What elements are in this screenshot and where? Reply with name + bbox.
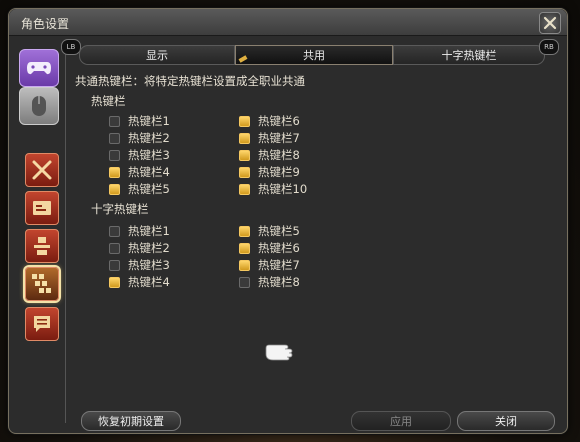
window-title: 角色设置 [21, 17, 70, 31]
checkbox-label: 热键栏5 [258, 224, 300, 238]
checkbox-label: 热键栏8 [258, 148, 300, 162]
category-hotbar[interactable] [25, 267, 59, 301]
device-tab-gamepad[interactable] [19, 49, 59, 87]
checkbox[interactable] [109, 166, 120, 178]
hotbar-section-title: 热键栏 [91, 94, 126, 108]
checkbox[interactable] [109, 149, 120, 161]
checkbox[interactable] [239, 242, 250, 254]
checkbox[interactable] [239, 225, 250, 237]
checkbox-label: 热键栏2 [128, 131, 170, 145]
checkbox-label: 热键栏8 [258, 275, 300, 289]
cross-hotbar-section-title: 十字热键栏 [91, 202, 149, 216]
category-profile[interactable] [25, 191, 59, 225]
checkbox-label: 热键栏4 [128, 275, 170, 289]
checkbox-label: 热键栏3 [128, 258, 170, 272]
checkbox-label: 热键栏7 [258, 131, 300, 145]
checkbox-label: 热键栏10 [258, 182, 308, 196]
checkbox-label: 热键栏6 [258, 241, 300, 255]
cross-hotbar-option[interactable]: 热键栏1 [109, 223, 170, 239]
character-icon [34, 237, 50, 255]
checkbox[interactable] [109, 132, 120, 144]
hotbar-option[interactable]: 热键栏5 [109, 181, 170, 197]
hotbar-option[interactable]: 热键栏2 [109, 130, 170, 146]
close-button[interactable]: 关闭 [457, 411, 555, 431]
checkbox[interactable] [239, 149, 250, 161]
reset-defaults-button[interactable]: 恢复初期设置 [81, 411, 181, 431]
gamepad-icon [27, 62, 51, 75]
hotbar-option[interactable]: 热键栏6 [239, 113, 300, 129]
window-footer: 恢复初期设置 应用 关闭 [69, 409, 559, 431]
hotbar-option[interactable]: 热键栏7 [239, 130, 300, 146]
checkbox[interactable] [109, 242, 120, 254]
cross-hotbar-option[interactable]: 热键栏8 [239, 274, 300, 290]
cross-hotbar-option[interactable]: 热键栏2 [109, 240, 170, 256]
shared-hotbar-description: 共通热键栏：将特定热键栏设置成全职业共通 [75, 74, 305, 88]
device-tab-mouse[interactable] [19, 87, 59, 125]
hotbar-option[interactable]: 热键栏8 [239, 147, 300, 163]
cross-hotbar-option[interactable]: 热键栏7 [239, 257, 300, 273]
id-card-icon [33, 201, 51, 215]
category-character[interactable] [25, 229, 59, 263]
checkbox[interactable] [239, 183, 250, 195]
checkbox-label: 热键栏3 [128, 148, 170, 162]
window-close-button[interactable] [539, 12, 561, 34]
mouse-icon [32, 96, 46, 116]
cross-hotbar-option[interactable]: 热键栏6 [239, 240, 300, 256]
checkbox-label: 热键栏1 [128, 224, 170, 238]
settings-content: 共通热键栏：将特定热键栏设置成全职业共通 热键栏 热键栏1 热键栏2 热键栏3 热键栏… [75, 73, 555, 403]
tab-display[interactable]: 显示 [79, 45, 235, 65]
hotbar-option[interactable]: 热键栏9 [239, 164, 300, 180]
checkbox-label: 热键栏1 [128, 114, 170, 128]
rb-button-hint: RB [539, 39, 559, 55]
checkbox[interactable] [239, 115, 250, 127]
character-settings-window: 角色设置 LB 显示 共用 十字热键栏 RB 共通热键栏：将特定热键栏设置成全职… [8, 8, 568, 434]
hotbar-option[interactable]: 热键栏3 [109, 147, 170, 163]
crossed-swords-icon [32, 160, 52, 180]
checkbox-label: 热键栏5 [128, 182, 170, 196]
checkbox[interactable] [239, 276, 250, 288]
checkbox[interactable] [109, 183, 120, 195]
cross-hotbar-option[interactable]: 热键栏3 [109, 257, 170, 273]
checkbox-label: 热键栏4 [128, 165, 170, 179]
checkbox[interactable] [109, 225, 120, 237]
close-icon [543, 16, 557, 30]
category-battle[interactable] [25, 153, 59, 187]
window-titlebar[interactable]: 角色设置 [9, 9, 567, 36]
checkbox[interactable] [109, 259, 120, 271]
tab-cross-hotbar[interactable]: 十字热键栏 [393, 45, 545, 65]
hotbar-option[interactable]: 热键栏4 [109, 164, 170, 180]
checkbox[interactable] [239, 166, 250, 178]
lb-button-hint: LB [61, 39, 81, 55]
checkbox-label: 热键栏6 [258, 114, 300, 128]
cross-hotbar-option[interactable]: 热键栏5 [239, 223, 300, 239]
checkbox[interactable] [109, 276, 120, 288]
checkbox[interactable] [239, 132, 250, 144]
cross-hotbar-option[interactable]: 热键栏4 [109, 274, 170, 290]
hotbar-icon [32, 274, 51, 293]
checkbox-label: 热键栏2 [128, 241, 170, 255]
hotbar-option[interactable]: 热键栏1 [109, 113, 170, 129]
apply-button[interactable]: 应用 [351, 411, 451, 431]
settings-sidebar [15, 41, 66, 423]
hotbar-option[interactable]: 热键栏10 [239, 181, 307, 197]
checkbox[interactable] [109, 115, 120, 127]
checkbox-label: 热键栏7 [258, 258, 300, 272]
checkbox-label: 热键栏9 [258, 165, 300, 179]
tab-shared[interactable]: 共用 [235, 45, 393, 65]
chat-icon [34, 316, 50, 332]
category-chat[interactable] [25, 307, 59, 341]
hand-pointer-icon [265, 344, 293, 361]
checkbox[interactable] [239, 259, 250, 271]
